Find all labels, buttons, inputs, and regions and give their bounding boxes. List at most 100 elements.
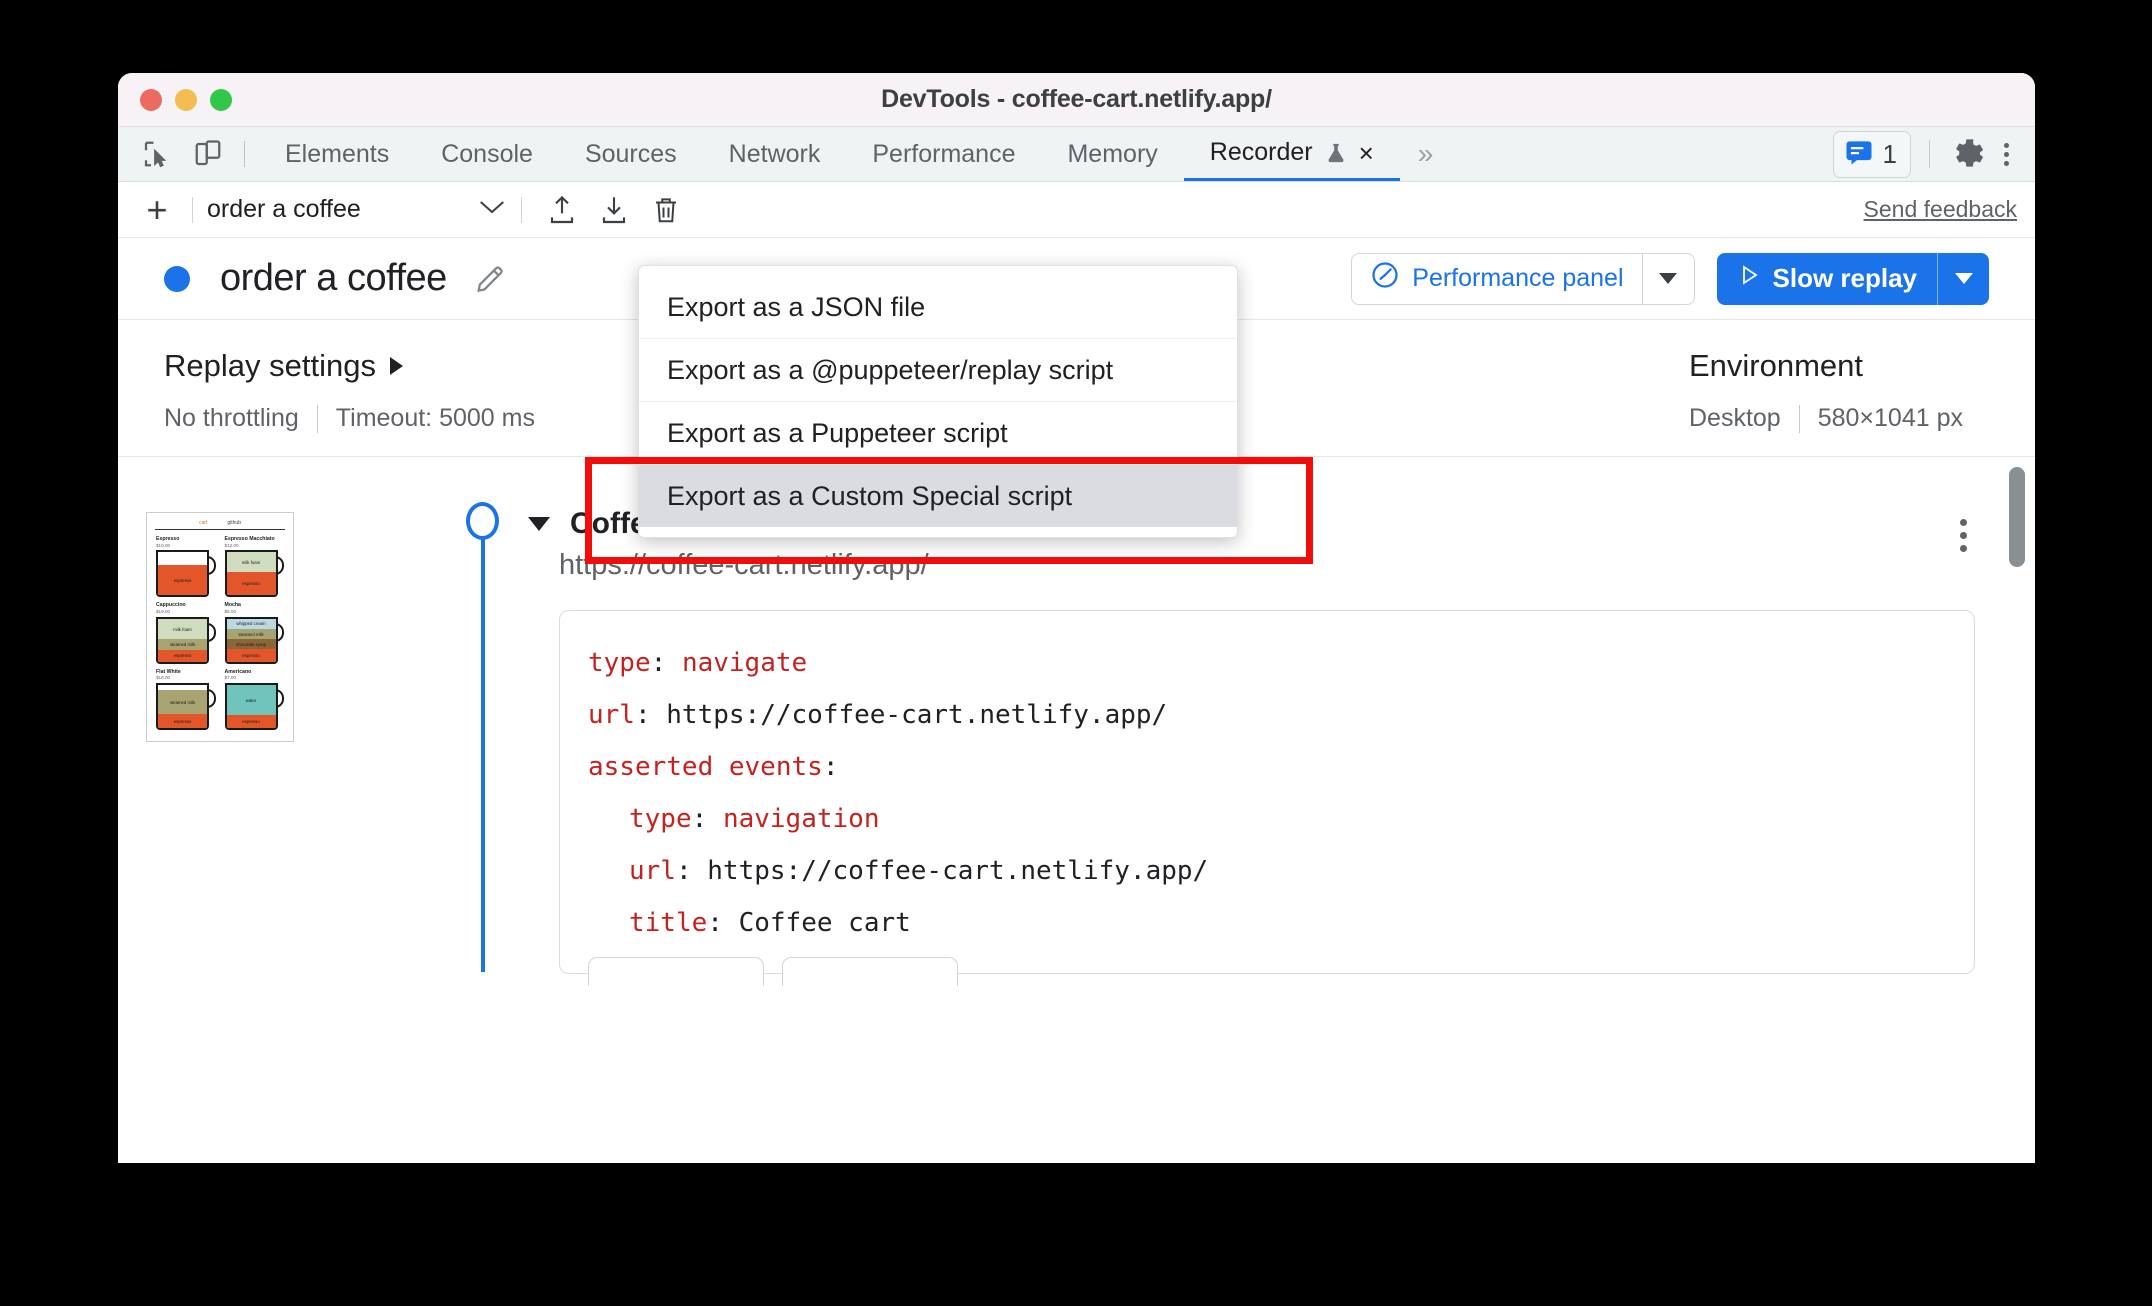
- cup-layer: milk foam: [226, 552, 276, 572]
- tab-recorder[interactable]: Recorder ×: [1183, 127, 1400, 181]
- slow-replay-button[interactable]: Slow replay: [1716, 252, 1989, 305]
- tabstrip-divider: [244, 141, 245, 167]
- tab-elements-label: Elements: [285, 139, 390, 168]
- replay-settings-values: No throttling Timeout: 5000 ms: [164, 404, 535, 433]
- tab-sources-label: Sources: [584, 139, 677, 168]
- tab-elements[interactable]: Elements: [259, 127, 415, 181]
- recorder-step: Coffee cart https://coffee-cart.netlify.…: [528, 507, 1975, 986]
- tab-console[interactable]: Console: [415, 127, 559, 181]
- performance-panel-button[interactable]: Performance panel: [1351, 252, 1695, 305]
- cup-price: $12.00: [224, 542, 239, 548]
- thumbnail-rule: [155, 529, 285, 530]
- thumbnail-cup-item: Flat White $18.00 steamed milk espresso: [156, 669, 216, 731]
- devtools-window: DevTools - coffee-cart.netlify.app/ Elem…: [118, 73, 2035, 1163]
- export-download-icon[interactable]: [588, 188, 640, 232]
- pencil-icon[interactable]: [473, 262, 507, 296]
- step-kebab-icon[interactable]: [1952, 511, 1975, 560]
- step-action-button[interactable]: [782, 957, 958, 986]
- code-line: asserted events:: [588, 741, 1946, 793]
- steps-scrollbar[interactable]: [2009, 467, 2025, 567]
- device-value: Desktop: [1689, 404, 1781, 432]
- menu-item-export-puppeteer-replay[interactable]: Export as a @puppeteer/replay script: [639, 339, 1237, 401]
- devtools-tabstrip: Elements Console Sources Network Perform…: [118, 127, 2035, 182]
- replay-settings-section: Replay settings No throttling Timeout: 5…: [164, 348, 535, 456]
- timeline-node[interactable]: [466, 502, 499, 540]
- cup-body: steamed milk espresso: [156, 683, 209, 731]
- code-value: https://coffee-cart.netlify.app/: [707, 856, 1209, 886]
- cup-body: espresso: [156, 550, 209, 598]
- gear-icon[interactable]: [1948, 132, 1992, 176]
- code-colon: :: [691, 804, 723, 834]
- tab-recorder-label: Recorder: [1209, 138, 1313, 166]
- code-line: url: https://coffee-cart.netlify.app/: [588, 689, 1946, 741]
- chevron-down-icon[interactable]: [528, 517, 550, 531]
- cup-layer: espresso: [158, 714, 207, 729]
- window-titlebar: DevTools - coffee-cart.netlify.app/: [118, 73, 2035, 127]
- code-line: type: navigation: [588, 793, 1946, 845]
- menu-item-export-puppeteer[interactable]: Export as a Puppeteer script: [639, 402, 1237, 464]
- environment-title: Environment: [1689, 348, 1864, 383]
- close-recorder-tab-icon[interactable]: ×: [1359, 140, 1374, 166]
- timeline-line: [481, 532, 485, 972]
- cup-layer: espresso: [158, 650, 207, 662]
- cup-layer: espresso: [158, 565, 207, 596]
- right-controls-divider: [1929, 140, 1930, 168]
- code-value: Coffee cart: [738, 908, 911, 938]
- thumbnail-cup-item: Espresso $10.00 espresso: [156, 536, 216, 598]
- chevron-down-icon: [477, 197, 507, 223]
- code-key: url: [629, 856, 676, 886]
- code-line: type: navigate: [588, 637, 1946, 689]
- performance-panel-button-main[interactable]: Performance panel: [1352, 254, 1641, 304]
- step-action-buttons: [588, 957, 958, 986]
- replay-settings-title: Replay settings: [164, 348, 376, 383]
- tab-memory[interactable]: Memory: [1041, 127, 1183, 181]
- tab-console-label: Console: [441, 139, 533, 168]
- cup-layer: espresso: [226, 715, 276, 729]
- add-recording-button[interactable]: +: [136, 189, 178, 231]
- cup-price: $8.00: [224, 608, 237, 614]
- code-key: asserted events: [588, 752, 823, 782]
- recording-select[interactable]: order a coffee: [207, 195, 507, 224]
- chevron-down-icon: [1954, 273, 1973, 284]
- trash-icon[interactable]: [640, 188, 692, 232]
- tab-network[interactable]: Network: [703, 127, 847, 181]
- tabstrip-right-controls: 1: [1832, 127, 2035, 181]
- chevron-down-icon: [1659, 273, 1677, 284]
- slow-replay-dropdown[interactable]: [1937, 252, 1989, 305]
- send-feedback-link[interactable]: Send feedback: [1864, 196, 2017, 223]
- replay-settings-header[interactable]: Replay settings: [164, 348, 535, 384]
- cup-price: $18.00: [156, 675, 171, 681]
- step-timeline: [466, 502, 499, 972]
- performance-panel-label: Performance panel: [1412, 264, 1624, 292]
- menu-item-export-custom-special[interactable]: Export as a Custom Special script: [639, 465, 1237, 527]
- recorder-toolbar: + order a coffee Send feedback: [118, 182, 2035, 238]
- step-action-button[interactable]: [588, 957, 764, 986]
- toolbar-divider-2: [521, 196, 522, 223]
- devtools-main-menu-icon[interactable]: [1994, 133, 2019, 176]
- step-details-code: type: navigate url: https://coffee-cart.…: [559, 610, 1975, 986]
- issues-button[interactable]: 1: [1832, 130, 1911, 178]
- throttling-value: No throttling: [164, 404, 299, 432]
- flask-icon: [1325, 140, 1347, 166]
- import-upload-icon[interactable]: [536, 188, 588, 232]
- slow-replay-button-main[interactable]: Slow replay: [1717, 253, 1938, 305]
- tab-performance[interactable]: Performance: [846, 127, 1041, 181]
- window-title: DevTools - coffee-cart.netlify.app/: [881, 85, 1272, 113]
- cup-layer: espresso: [226, 571, 276, 596]
- inspect-element-icon[interactable]: [134, 132, 178, 176]
- code-key: type: [588, 648, 651, 678]
- tab-sources[interactable]: Sources: [559, 127, 703, 181]
- coffee-cart-screenshot: cart github Espresso $10.00 espresso Esp…: [146, 512, 294, 742]
- page-title: order a coffee: [220, 257, 447, 299]
- recording-select-value: order a coffee: [207, 195, 361, 223]
- more-tabs-icon[interactable]: »: [1400, 127, 1452, 181]
- code-value: navigation: [722, 804, 880, 834]
- cup-layer: steamed milk: [158, 690, 207, 715]
- menu-item-export-json[interactable]: Export as a JSON file: [639, 276, 1237, 338]
- viewport-value: 580×1041 px: [1817, 404, 1963, 432]
- performance-panel-dropdown[interactable]: [1641, 253, 1694, 304]
- code-key: type: [629, 804, 692, 834]
- code-colon: :: [675, 856, 708, 886]
- device-toolbar-icon[interactable]: [186, 132, 230, 176]
- code-colon: :: [822, 752, 839, 782]
